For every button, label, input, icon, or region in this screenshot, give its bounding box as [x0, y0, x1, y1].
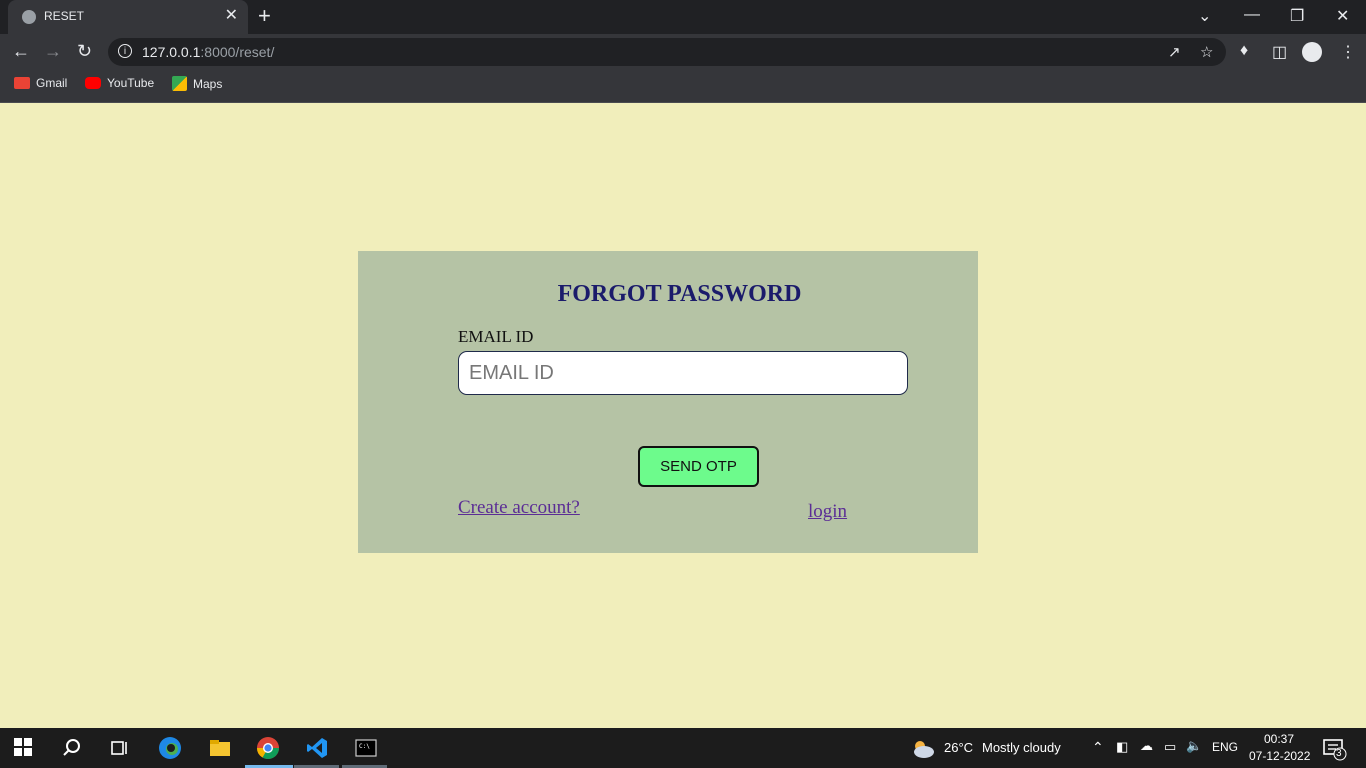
side-panel-icon[interactable]: ◫ — [1272, 42, 1287, 62]
tab-search-icon[interactable]: ⌄ — [1198, 6, 1211, 26]
clock-date[interactable]: 07-12-2022 — [1249, 749, 1310, 763]
file-explorer-icon[interactable] — [208, 736, 232, 760]
notification-count: 3 — [1336, 748, 1342, 759]
new-tab-button[interactable]: + — [258, 4, 271, 28]
tab-title: RESET — [44, 9, 85, 23]
login-link[interactable]: login — [808, 501, 847, 523]
volume-icon[interactable]: 🔈 — [1186, 738, 1202, 754]
page-title: FORGOT PASSWORD — [557, 281, 802, 307]
taskbar: C:\ 26°C Mostly cloudy ⌃ ◧ ☁ ▭ 🔈 ENG 00:… — [0, 728, 1366, 768]
profile-avatar[interactable] — [1302, 42, 1322, 62]
task-view-icon[interactable] — [108, 736, 132, 760]
extensions-icon[interactable]: ♦ — [1240, 42, 1248, 60]
browser-tab[interactable]: RESET ✕ — [8, 0, 248, 34]
site-info-icon[interactable]: i — [118, 44, 132, 58]
minimize-icon[interactable]: — — [1244, 6, 1260, 24]
globe-icon — [22, 10, 36, 24]
terminal-icon[interactable]: C:\ — [354, 736, 378, 760]
chevron-up-icon[interactable]: ⌃ — [1092, 739, 1104, 756]
bookmark-star-icon[interactable]: ☆ — [1200, 43, 1213, 61]
youtube-icon — [85, 77, 101, 89]
edge-icon[interactable] — [158, 736, 182, 760]
bookmark-youtube[interactable]: YouTube — [85, 76, 154, 90]
window-close-icon[interactable]: ✕ — [1336, 6, 1349, 26]
email-field[interactable] — [458, 351, 908, 395]
forward-icon[interactable]: → — [44, 41, 62, 61]
send-otp-button[interactable]: SEND OTP — [638, 446, 759, 487]
vscode-icon[interactable] — [305, 736, 329, 760]
restore-icon[interactable]: ❐ — [1290, 6, 1304, 26]
clock-time[interactable]: 00:37 — [1264, 732, 1294, 746]
create-account-link[interactable]: Create account? — [458, 497, 580, 519]
forgot-password-card: FORGOT PASSWORD EMAIL ID SEND OTP Create… — [358, 251, 978, 553]
back-icon[interactable]: ← — [12, 41, 30, 61]
browser-toolbar: ← → ↻ i 127.0.0.1:8000/reset/ ↗ ☆ ♦ ◫ ⋮ — [0, 34, 1366, 70]
chrome-icon[interactable] — [256, 736, 280, 760]
windows-start-icon[interactable] — [14, 738, 32, 756]
bookmarks-bar: Gmail YouTube Maps — [0, 70, 1366, 103]
close-tab-icon[interactable]: ✕ — [225, 7, 238, 25]
weather-temperature[interactable]: 26°C — [944, 740, 973, 755]
menu-icon[interactable]: ⋮ — [1340, 42, 1356, 62]
svg-text:C:\: C:\ — [359, 743, 370, 750]
share-icon[interactable]: ↗ — [1168, 43, 1181, 61]
search-icon[interactable] — [60, 736, 84, 760]
bookmark-gmail[interactable]: Gmail — [14, 76, 67, 90]
weather-cloud-icon[interactable] — [910, 736, 934, 760]
maps-icon — [172, 76, 187, 91]
weather-condition[interactable]: Mostly cloudy — [982, 740, 1061, 755]
email-label: EMAIL ID — [458, 327, 534, 346]
gmail-icon — [14, 77, 30, 89]
language-indicator[interactable]: ENG — [1212, 740, 1238, 754]
bookmark-maps[interactable]: Maps — [172, 76, 222, 91]
url-text: 127.0.0.1:8000/reset/ — [142, 44, 275, 60]
reload-icon[interactable]: ↻ — [77, 41, 92, 61]
notifications-icon[interactable] — [1322, 736, 1347, 761]
meet-now-icon[interactable]: ◧ — [1116, 739, 1128, 755]
battery-icon[interactable]: ▭ — [1164, 739, 1176, 755]
address-bar[interactable]: i 127.0.0.1:8000/reset/ ↗ ☆ — [108, 38, 1226, 66]
tab-strip: RESET ✕ + ⌄ — ❐ ✕ — [0, 0, 1366, 34]
onedrive-cloud-icon[interactable]: ☁ — [1140, 738, 1153, 754]
